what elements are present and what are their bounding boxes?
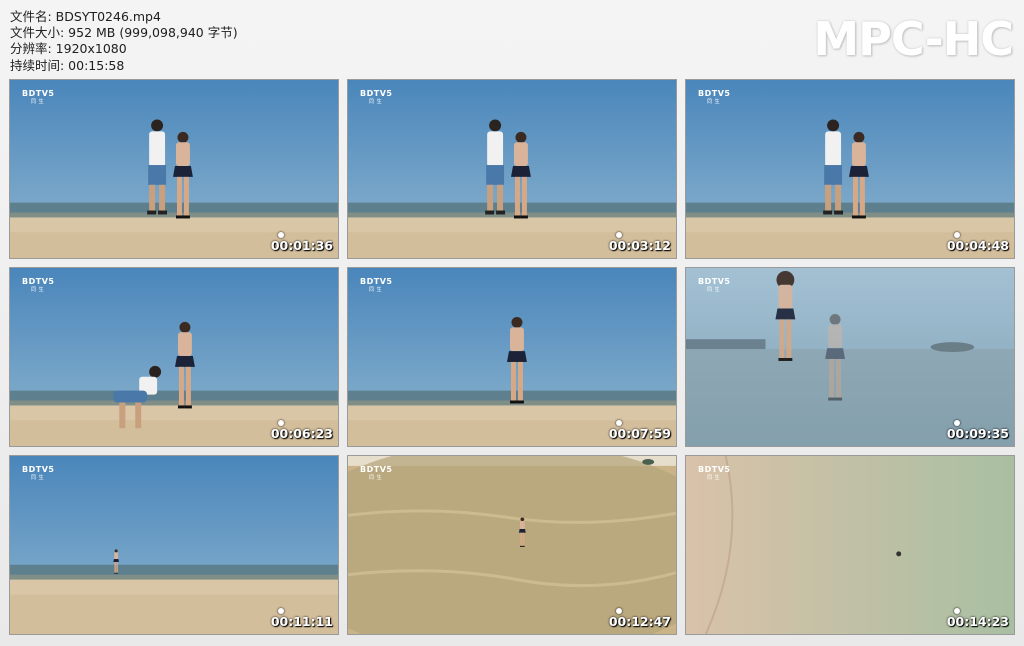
frame-image — [10, 268, 338, 446]
frame-image — [686, 268, 1014, 446]
video-thumbnail: BDTV5 同 生 00:11:11 — [9, 455, 339, 635]
channel-logo-sub: 同 生 — [31, 287, 45, 293]
thumbnail-timestamp: 00:09:35 — [946, 426, 1009, 441]
thumbnail-timestamp: 00:01:36 — [270, 238, 333, 253]
channel-logo-sub: 同 生 — [369, 99, 383, 105]
frame-image — [348, 80, 676, 258]
channel-logo: BDTV5 同 生 — [22, 465, 54, 483]
frame-image — [686, 456, 1014, 634]
channel-logo-text: BDTV5 — [22, 465, 55, 474]
video-thumbnail: BDTV5 同 生 00:03:12 — [347, 79, 677, 259]
video-thumbnail: BDTV5 同 生 00:09:35 — [685, 267, 1015, 447]
channel-logo-text: BDTV5 — [360, 277, 393, 286]
channel-logo: BDTV5 同 生 — [22, 277, 54, 295]
channel-logo: BDTV5 同 生 — [360, 277, 392, 295]
channel-logo-sub: 同 生 — [707, 287, 721, 293]
file-name-text: 文件名: BDSYT0246.mp4 — [10, 9, 161, 24]
video-thumbnail: BDTV5 同 生 00:12:47 — [347, 455, 677, 635]
channel-logo-sub: 同 生 — [707, 475, 721, 481]
thumbnail-timestamp: 00:12:47 — [608, 614, 671, 629]
mpc-hc-logo: MPC-HC — [813, 12, 1014, 66]
frame-image — [10, 456, 338, 634]
frame-image — [686, 80, 1014, 258]
channel-logo: BDTV5 同 生 — [698, 465, 730, 483]
channel-logo-text: BDTV5 — [360, 465, 393, 474]
thumbnail-timestamp: 00:04:48 — [946, 238, 1009, 253]
channel-logo-text: BDTV5 — [698, 89, 731, 98]
channel-logo-sub: 同 生 — [31, 475, 45, 481]
thumbnail-timestamp: 00:03:12 — [608, 238, 671, 253]
channel-logo: BDTV5 同 生 — [22, 89, 54, 107]
video-thumbnail: BDTV5 同 生 00:14:23 — [685, 455, 1015, 635]
channel-logo-text: BDTV5 — [22, 277, 55, 286]
thumbnail-timestamp: 00:11:11 — [270, 614, 333, 629]
thumbnail-timestamp: 00:06:23 — [270, 426, 333, 441]
thumbnail-timestamp: 00:07:59 — [608, 426, 671, 441]
channel-logo-sub: 同 生 — [31, 99, 45, 105]
channel-logo-text: BDTV5 — [698, 277, 731, 286]
channel-logo-sub: 同 生 — [707, 99, 721, 105]
video-thumbnail: BDTV5 同 生 00:07:59 — [347, 267, 677, 447]
video-thumbnail: BDTV5 同 生 00:04:48 — [685, 79, 1015, 259]
channel-logo-text: BDTV5 — [22, 89, 55, 98]
channel-logo-sub: 同 生 — [369, 475, 383, 481]
duration-text: 持续时间: 00:15:58 — [10, 57, 125, 73]
channel-logo-sub: 同 生 — [369, 287, 383, 293]
file-size-text: 文件大小: 952 MB (999,098,940 字节) — [10, 25, 238, 41]
channel-logo: BDTV5 同 生 — [698, 277, 730, 295]
channel-logo: BDTV5 同 生 — [698, 89, 730, 107]
thumbnail-timestamp: 00:14:23 — [946, 614, 1009, 629]
resolution-text: 分辨率: 1920x1080 — [10, 41, 127, 57]
video-thumbnail: BDTV5 同 生 00:01:36 — [9, 79, 339, 259]
frame-image — [348, 268, 676, 446]
file-info-panel: 文件名: BDSYT0246.mp4 文件大小: 952 MB (999,098… — [10, 9, 238, 74]
channel-logo: BDTV5 同 生 — [360, 89, 392, 107]
video-thumbnail: BDTV5 同 生 00:06:23 — [9, 267, 339, 447]
channel-logo: BDTV5 同 生 — [360, 465, 392, 483]
frame-image — [348, 456, 676, 634]
channel-logo-text: BDTV5 — [698, 465, 731, 474]
frame-image — [10, 80, 338, 258]
channel-logo-text: BDTV5 — [360, 89, 393, 98]
thumbnail-grid: BDTV5 同 生 00:01:36 BDTV5 同 生 00:03:12 BD… — [9, 79, 1015, 635]
